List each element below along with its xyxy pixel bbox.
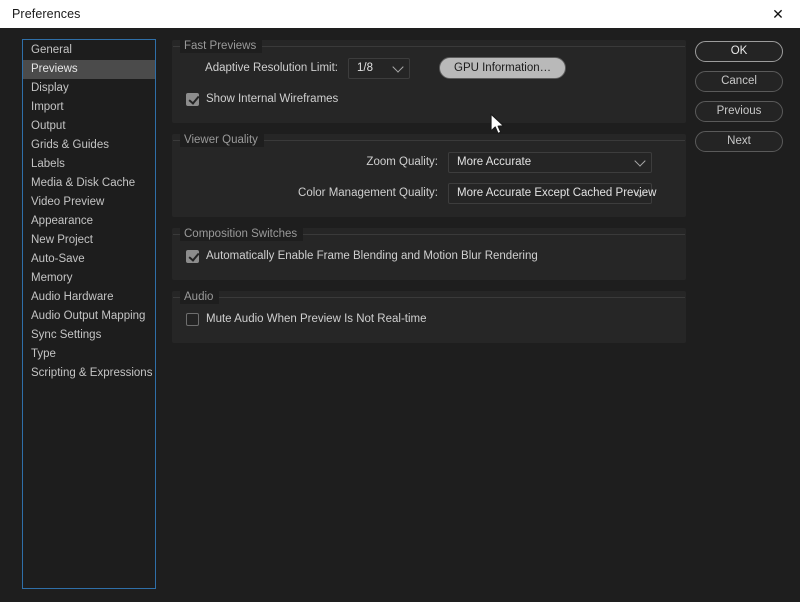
adaptive-resolution-value: 1/8 xyxy=(357,62,373,74)
sidebar-item-display[interactable]: Display xyxy=(23,79,155,98)
color-management-select[interactable]: More Accurate Except Cached Preview xyxy=(448,182,656,204)
group-audio: Audio Mute Audio When Preview Is Not Rea… xyxy=(172,290,686,343)
group-title-fast-previews: Fast Previews xyxy=(180,39,263,53)
group-composition-switches: Composition Switches Automatically Enabl… xyxy=(172,227,686,280)
sidebar-item-scripting-expressions[interactable]: Scripting & Expressions xyxy=(23,364,155,383)
sidebar-item-label: Audio Hardware xyxy=(31,291,114,303)
empty-checkbox-icon xyxy=(186,312,199,326)
mute-audio-checkbox[interactable]: Mute Audio When Preview Is Not Real-time xyxy=(186,312,427,326)
previous-button[interactable]: Previous xyxy=(695,101,783,122)
sidebar-item-label: Video Preview xyxy=(31,196,105,208)
show-internal-wireframes-label: Show Internal Wireframes xyxy=(206,93,339,105)
window-titlebar: Preferences ✕ xyxy=(0,0,800,28)
ok-button[interactable]: OK xyxy=(695,41,783,62)
gpu-information-button[interactable]: GPU Information… xyxy=(439,57,567,79)
mute-audio-row: Mute Audio When Preview Is Not Real-time xyxy=(186,308,672,330)
sidebar-item-new-project[interactable]: New Project xyxy=(23,231,155,250)
color-management-value: More Accurate Except Cached Preview xyxy=(457,187,657,199)
close-icon[interactable]: ✕ xyxy=(756,0,800,28)
group-title-composition-switches: Composition Switches xyxy=(180,227,304,241)
adaptive-resolution-label: Adaptive Resolution Limit: xyxy=(205,62,338,74)
group-divider xyxy=(173,297,685,298)
cancel-button[interactable]: Cancel xyxy=(695,71,783,92)
zoom-quality-row: Zoom Quality: More Accurate xyxy=(186,151,672,173)
sidebar-item-grids-guides[interactable]: Grids & Guides xyxy=(23,136,155,155)
zoom-quality-value: More Accurate xyxy=(457,156,532,168)
zoom-quality-select[interactable]: More Accurate xyxy=(448,151,652,173)
show-internal-wireframes-checkbox[interactable]: Show Internal Wireframes xyxy=(186,92,339,106)
sidebar-item-general[interactable]: General xyxy=(23,41,155,60)
sidebar-item-memory[interactable]: Memory xyxy=(23,269,155,288)
sidebar-item-label: Output xyxy=(31,120,66,132)
sidebar-item-media-disk-cache[interactable]: Media & Disk Cache xyxy=(23,174,155,193)
sidebar-item-label: New Project xyxy=(31,234,93,246)
group-viewer-quality: Viewer Quality Zoom Quality: More Accura… xyxy=(172,133,686,217)
sidebar-item-label: Media & Disk Cache xyxy=(31,177,136,189)
chevron-down-icon xyxy=(634,155,646,167)
sidebar-item-label: Audio Output Mapping xyxy=(31,310,146,322)
preferences-dialog: General Previews Display Import Output Grids … xyxy=(0,28,800,602)
sidebar-item-label: Labels xyxy=(31,158,65,170)
sidebar-item-label: Sync Settings xyxy=(31,329,102,341)
group-title-viewer-quality: Viewer Quality xyxy=(180,133,264,147)
sidebar-item-label: Appearance xyxy=(31,215,94,227)
settings-panel: Fast Previews Adaptive Resolution Limit:… xyxy=(172,39,686,354)
group-fast-previews: Fast Previews Adaptive Resolution Limit:… xyxy=(172,39,686,123)
sidebar-item-label: Scripting & Expressions xyxy=(31,367,153,379)
sidebar-item-label: Auto-Save xyxy=(31,253,85,265)
category-list[interactable]: General Previews Display Import Output Grids … xyxy=(22,39,156,589)
next-button[interactable]: Next xyxy=(695,131,783,152)
group-title-audio: Audio xyxy=(180,290,220,304)
sidebar-item-import[interactable]: Import xyxy=(23,98,155,117)
sidebar-item-audio-output-mapping[interactable]: Audio Output Mapping xyxy=(23,307,155,326)
sidebar-item-appearance[interactable]: Appearance xyxy=(23,212,155,231)
sidebar-item-label: Type xyxy=(31,348,56,360)
adaptive-resolution-select[interactable]: 1/8 xyxy=(348,57,410,79)
sidebar-item-previews[interactable]: Previews xyxy=(23,60,155,79)
sidebar-item-label: Display xyxy=(31,82,69,94)
dialog-buttons: OK Cancel Previous Next xyxy=(695,41,783,161)
chevron-down-icon xyxy=(392,61,404,73)
sidebar-item-sync-settings[interactable]: Sync Settings xyxy=(23,326,155,345)
color-management-row: Color Management Quality: More Accurate … xyxy=(186,182,672,204)
sidebar-item-audio-hardware[interactable]: Audio Hardware xyxy=(23,288,155,307)
sidebar-item-label: Import xyxy=(31,101,64,113)
sidebar-item-video-preview[interactable]: Video Preview xyxy=(23,193,155,212)
adaptive-resolution-row: Adaptive Resolution Limit: 1/8 GPU Infor… xyxy=(186,57,672,79)
sidebar-item-labels[interactable]: Labels xyxy=(23,155,155,174)
sidebar-item-label: Grids & Guides xyxy=(31,139,109,151)
auto-frame-blending-checkbox[interactable]: Automatically Enable Frame Blending and … xyxy=(186,249,538,263)
mute-audio-label: Mute Audio When Preview Is Not Real-time xyxy=(206,313,427,325)
checkmark-icon xyxy=(186,249,199,263)
sidebar-item-label: General xyxy=(31,44,72,56)
auto-frame-blending-label: Automatically Enable Frame Blending and … xyxy=(206,250,538,262)
show-internal-wireframes-row: Show Internal Wireframes xyxy=(186,88,672,110)
color-management-label: Color Management Quality: xyxy=(298,187,438,199)
checkmark-icon xyxy=(186,92,199,106)
sidebar-item-auto-save[interactable]: Auto-Save xyxy=(23,250,155,269)
sidebar-item-output[interactable]: Output xyxy=(23,117,155,136)
sidebar-item-label: Previews xyxy=(31,63,78,75)
window-title: Preferences xyxy=(12,7,81,21)
zoom-quality-label: Zoom Quality: xyxy=(366,156,438,168)
sidebar-item-label: Memory xyxy=(31,272,73,284)
auto-frame-blending-row: Automatically Enable Frame Blending and … xyxy=(186,245,672,267)
sidebar-item-type[interactable]: Type xyxy=(23,345,155,364)
